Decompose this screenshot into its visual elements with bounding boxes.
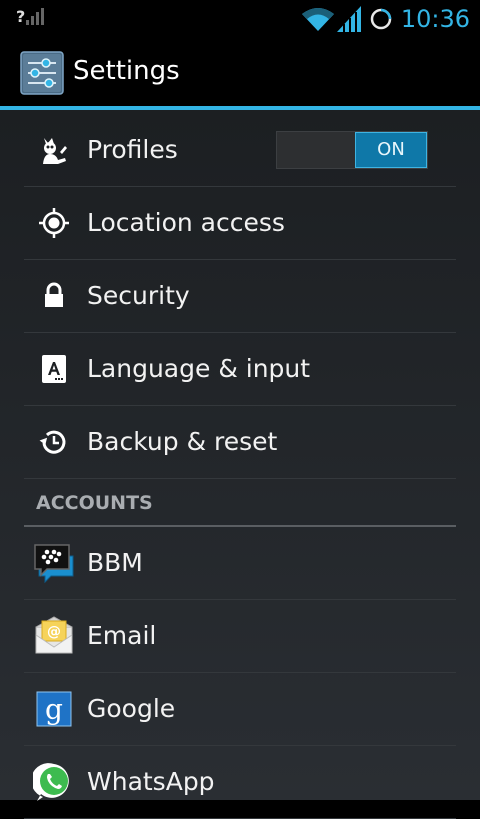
status-left: ? — [16, 7, 45, 26]
cell-signal-icon — [336, 6, 361, 32]
location-icon — [39, 208, 69, 238]
setting-item-language-input[interactable]: Language & input — [24, 333, 456, 406]
status-bar: ? 10:36 — [0, 0, 480, 38]
account-item-whatsapp[interactable]: WhatsApp — [24, 746, 456, 819]
page-title: Settings — [73, 56, 180, 86]
backup-restore-icon — [39, 430, 66, 454]
settings-sliders-icon[interactable] — [20, 51, 64, 95]
profiles-toggle[interactable]: ON — [276, 131, 428, 169]
signal-unknown-mark: ? — [16, 7, 26, 26]
bbm-icon — [34, 544, 74, 584]
account-label: BBM — [87, 548, 143, 577]
setting-item-backup-reset[interactable]: Backup & reset — [24, 406, 456, 479]
clock: 10:36 — [400, 5, 470, 33]
section-header-label: ACCOUNTS — [36, 492, 153, 514]
setting-item-security[interactable]: Security — [24, 260, 456, 333]
accounts-section-header: ACCOUNTS — [24, 488, 456, 527]
profiles-icon — [43, 138, 67, 164]
account-item-email[interactable]: @ Email — [24, 600, 456, 673]
setting-label: Backup & reset — [87, 427, 278, 456]
setting-label: Language & input — [87, 354, 311, 383]
setting-label: Location access — [87, 208, 285, 237]
setting-item-location-access[interactable]: Location access — [24, 187, 456, 260]
whatsapp-icon — [33, 763, 69, 801]
settings-list: Profiles ON Location access Security Lan… — [0, 110, 480, 819]
status-right: 10:36 — [301, 4, 470, 34]
loading-icon — [370, 8, 392, 30]
account-item-google[interactable]: g Google — [24, 673, 456, 746]
google-icon: g — [36, 691, 72, 727]
account-item-bbm[interactable]: BBM — [24, 527, 456, 600]
toggle-on-state: ON — [355, 132, 427, 168]
action-bar: Settings — [0, 38, 480, 110]
no-signal-icon — [26, 8, 45, 25]
email-icon: @ — [35, 616, 73, 654]
google-glyph: g — [45, 693, 63, 726]
account-label: Google — [87, 694, 176, 723]
svg-text:@: @ — [47, 624, 61, 640]
setting-label: Profiles — [87, 135, 178, 164]
account-label: WhatsApp — [87, 767, 215, 796]
wifi-icon — [301, 8, 334, 31]
setting-label: Security — [87, 281, 190, 310]
keyboard-a-icon — [42, 355, 66, 383]
lock-icon — [45, 282, 63, 307]
account-label: Email — [87, 621, 157, 650]
setting-item-profiles[interactable]: Profiles ON — [24, 114, 456, 187]
